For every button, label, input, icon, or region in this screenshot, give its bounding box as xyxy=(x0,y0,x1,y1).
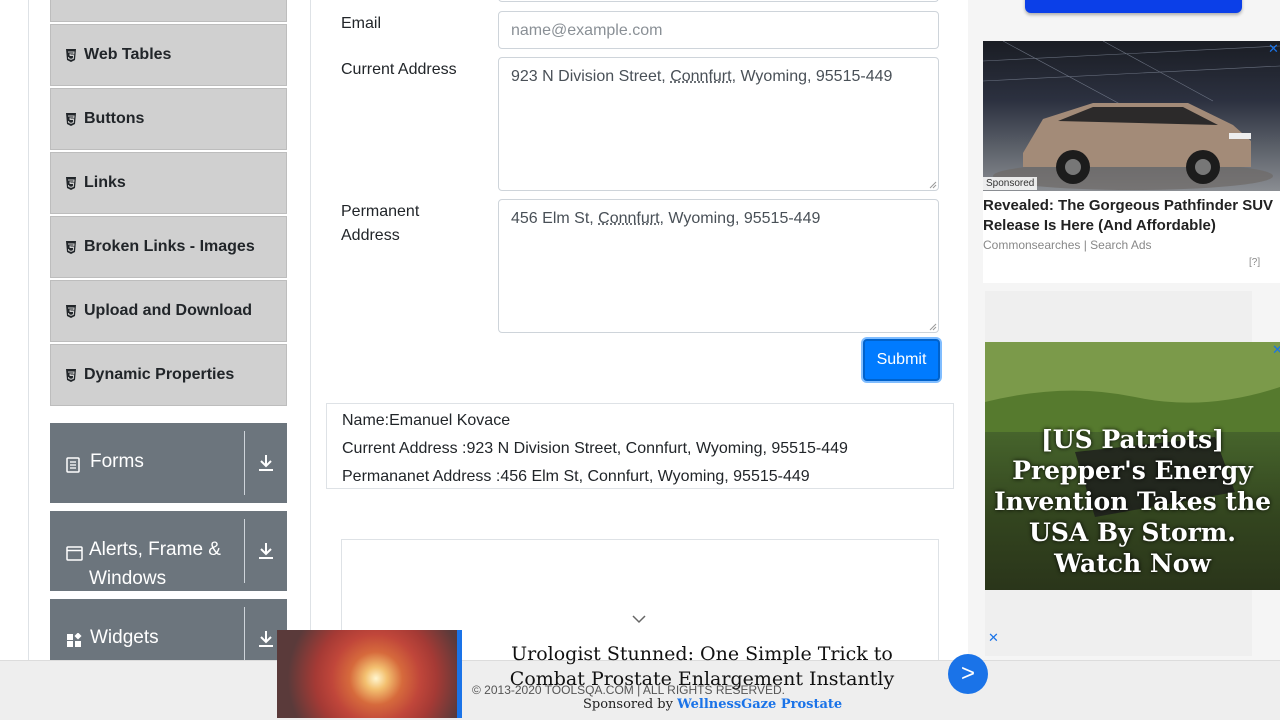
permanent-address-text: 456 Elm St, xyxy=(511,210,598,227)
ad-accent-strip xyxy=(457,630,462,718)
ad-patriots[interactable]: [US Patriots] Prepper's Energy Invention… xyxy=(985,342,1280,590)
element-menu-list: Web Tables Buttons Links Broken Links - … xyxy=(50,0,287,408)
menu-item-label: Broken Links - Images xyxy=(84,238,255,256)
group-label: Alerts, Frame & Windows xyxy=(89,535,244,593)
html5-icon xyxy=(65,369,77,382)
menu-item-label: Dynamic Properties xyxy=(84,366,234,384)
permanent-address-text: Connfurt xyxy=(598,210,659,227)
permanent-address-label: Permanent Address xyxy=(341,200,471,248)
menu-item-upload-download[interactable]: Upload and Download xyxy=(50,280,287,342)
resize-handle-icon[interactable] xyxy=(929,181,937,189)
html5-icon xyxy=(65,49,77,62)
list-icon xyxy=(66,453,84,482)
menu-item-label: Web Tables xyxy=(84,46,171,64)
output-name: Name:Emanuel Kovace xyxy=(342,407,938,435)
current-address-label: Current Address xyxy=(341,58,457,82)
close-icon[interactable]: ✕ xyxy=(988,630,999,646)
sponsor-link[interactable]: WellnessGaze Prostate xyxy=(677,697,842,712)
current-address-text: Connfurt xyxy=(670,68,731,85)
chevron-down-icon[interactable] xyxy=(632,615,646,624)
group-forms[interactable]: Forms xyxy=(50,423,287,503)
menu-item-broken-links[interactable]: Broken Links - Images xyxy=(50,216,287,278)
submit-button[interactable]: Submit xyxy=(863,339,940,381)
permanent-address-field[interactable]: 456 Elm St, Connfurt, Wyoming, 95515-449 xyxy=(498,199,939,333)
download-icon[interactable] xyxy=(244,431,287,495)
html5-icon xyxy=(65,305,77,318)
sponsor-prefix: Sponsored by xyxy=(583,697,677,712)
email-field[interactable]: name@example.com xyxy=(498,11,939,49)
html5-icon xyxy=(65,177,77,190)
ad-source[interactable]: Commonsearches | Search Ads xyxy=(983,238,1152,252)
group-alerts-frame-windows[interactable]: Alerts, Frame & Windows xyxy=(50,511,287,591)
ad-info-icon[interactable]: [?] xyxy=(1249,257,1260,268)
menu-item-label: Upload and Download xyxy=(84,302,252,320)
menu-item-dynamic-properties[interactable]: Dynamic Properties xyxy=(50,344,287,406)
ad-pathfinder[interactable]: Sponsored Revealed: The Gorgeous Pathfin… xyxy=(983,41,1280,283)
previous-field-edge[interactable] xyxy=(498,0,939,2)
ad-banner-button[interactable] xyxy=(1025,0,1242,13)
menu-item-label: Buttons xyxy=(84,110,144,128)
email-label: Email xyxy=(341,12,381,36)
ad-sponsor-line: Sponsored by WellnessGaze Prostate xyxy=(583,697,842,712)
menu-item-partial[interactable] xyxy=(50,0,287,22)
menu-item-web-tables[interactable]: Web Tables xyxy=(50,24,287,86)
current-address-text: , Wyoming, 95515-449 xyxy=(732,68,893,85)
main-content: Email name@example.com Current Address 9… xyxy=(311,0,968,720)
ad-next-button[interactable]: > xyxy=(948,654,988,694)
ad-car-image xyxy=(983,41,1280,191)
close-icon[interactable]: ✕ xyxy=(1272,342,1280,358)
resize-handle-icon[interactable] xyxy=(929,323,937,331)
html5-icon xyxy=(65,241,77,254)
close-icon[interactable]: ✕ xyxy=(1268,41,1279,57)
menu-item-links[interactable]: Links xyxy=(50,152,287,214)
group-label: Widgets xyxy=(90,623,159,652)
ad-prostate-title[interactable]: Urologist Stunned: One Simple Trick to C… xyxy=(492,642,912,692)
output-panel: Name:Emanuel Kovace Current Address :923… xyxy=(326,403,954,489)
download-icon[interactable] xyxy=(244,519,287,583)
group-label: Forms xyxy=(90,447,144,476)
ad-prostate-image[interactable] xyxy=(277,630,457,718)
html5-icon xyxy=(65,113,77,126)
ad-headline: [US Patriots] Prepper's Energy Invention… xyxy=(985,424,1280,579)
output-permanent-address: Permananet Address :456 Elm St, Connfurt… xyxy=(342,463,938,491)
sponsored-badge: Sponsored xyxy=(983,177,1037,190)
menu-item-label: Links xyxy=(84,174,126,192)
output-current-address: Current Address :923 N Division Street, … xyxy=(342,435,938,463)
widgets-icon xyxy=(66,629,84,658)
permanent-address-text: , Wyoming, 95515-449 xyxy=(660,210,821,227)
menu-item-buttons[interactable]: Buttons xyxy=(50,88,287,150)
current-address-field[interactable]: 923 N Division Street, Connfurt, Wyoming… xyxy=(498,57,939,191)
current-address-text: 923 N Division Street, xyxy=(511,68,670,85)
window-icon xyxy=(66,541,83,570)
ad-title[interactable]: Revealed: The Gorgeous Pathfinder SUV Re… xyxy=(983,196,1280,236)
